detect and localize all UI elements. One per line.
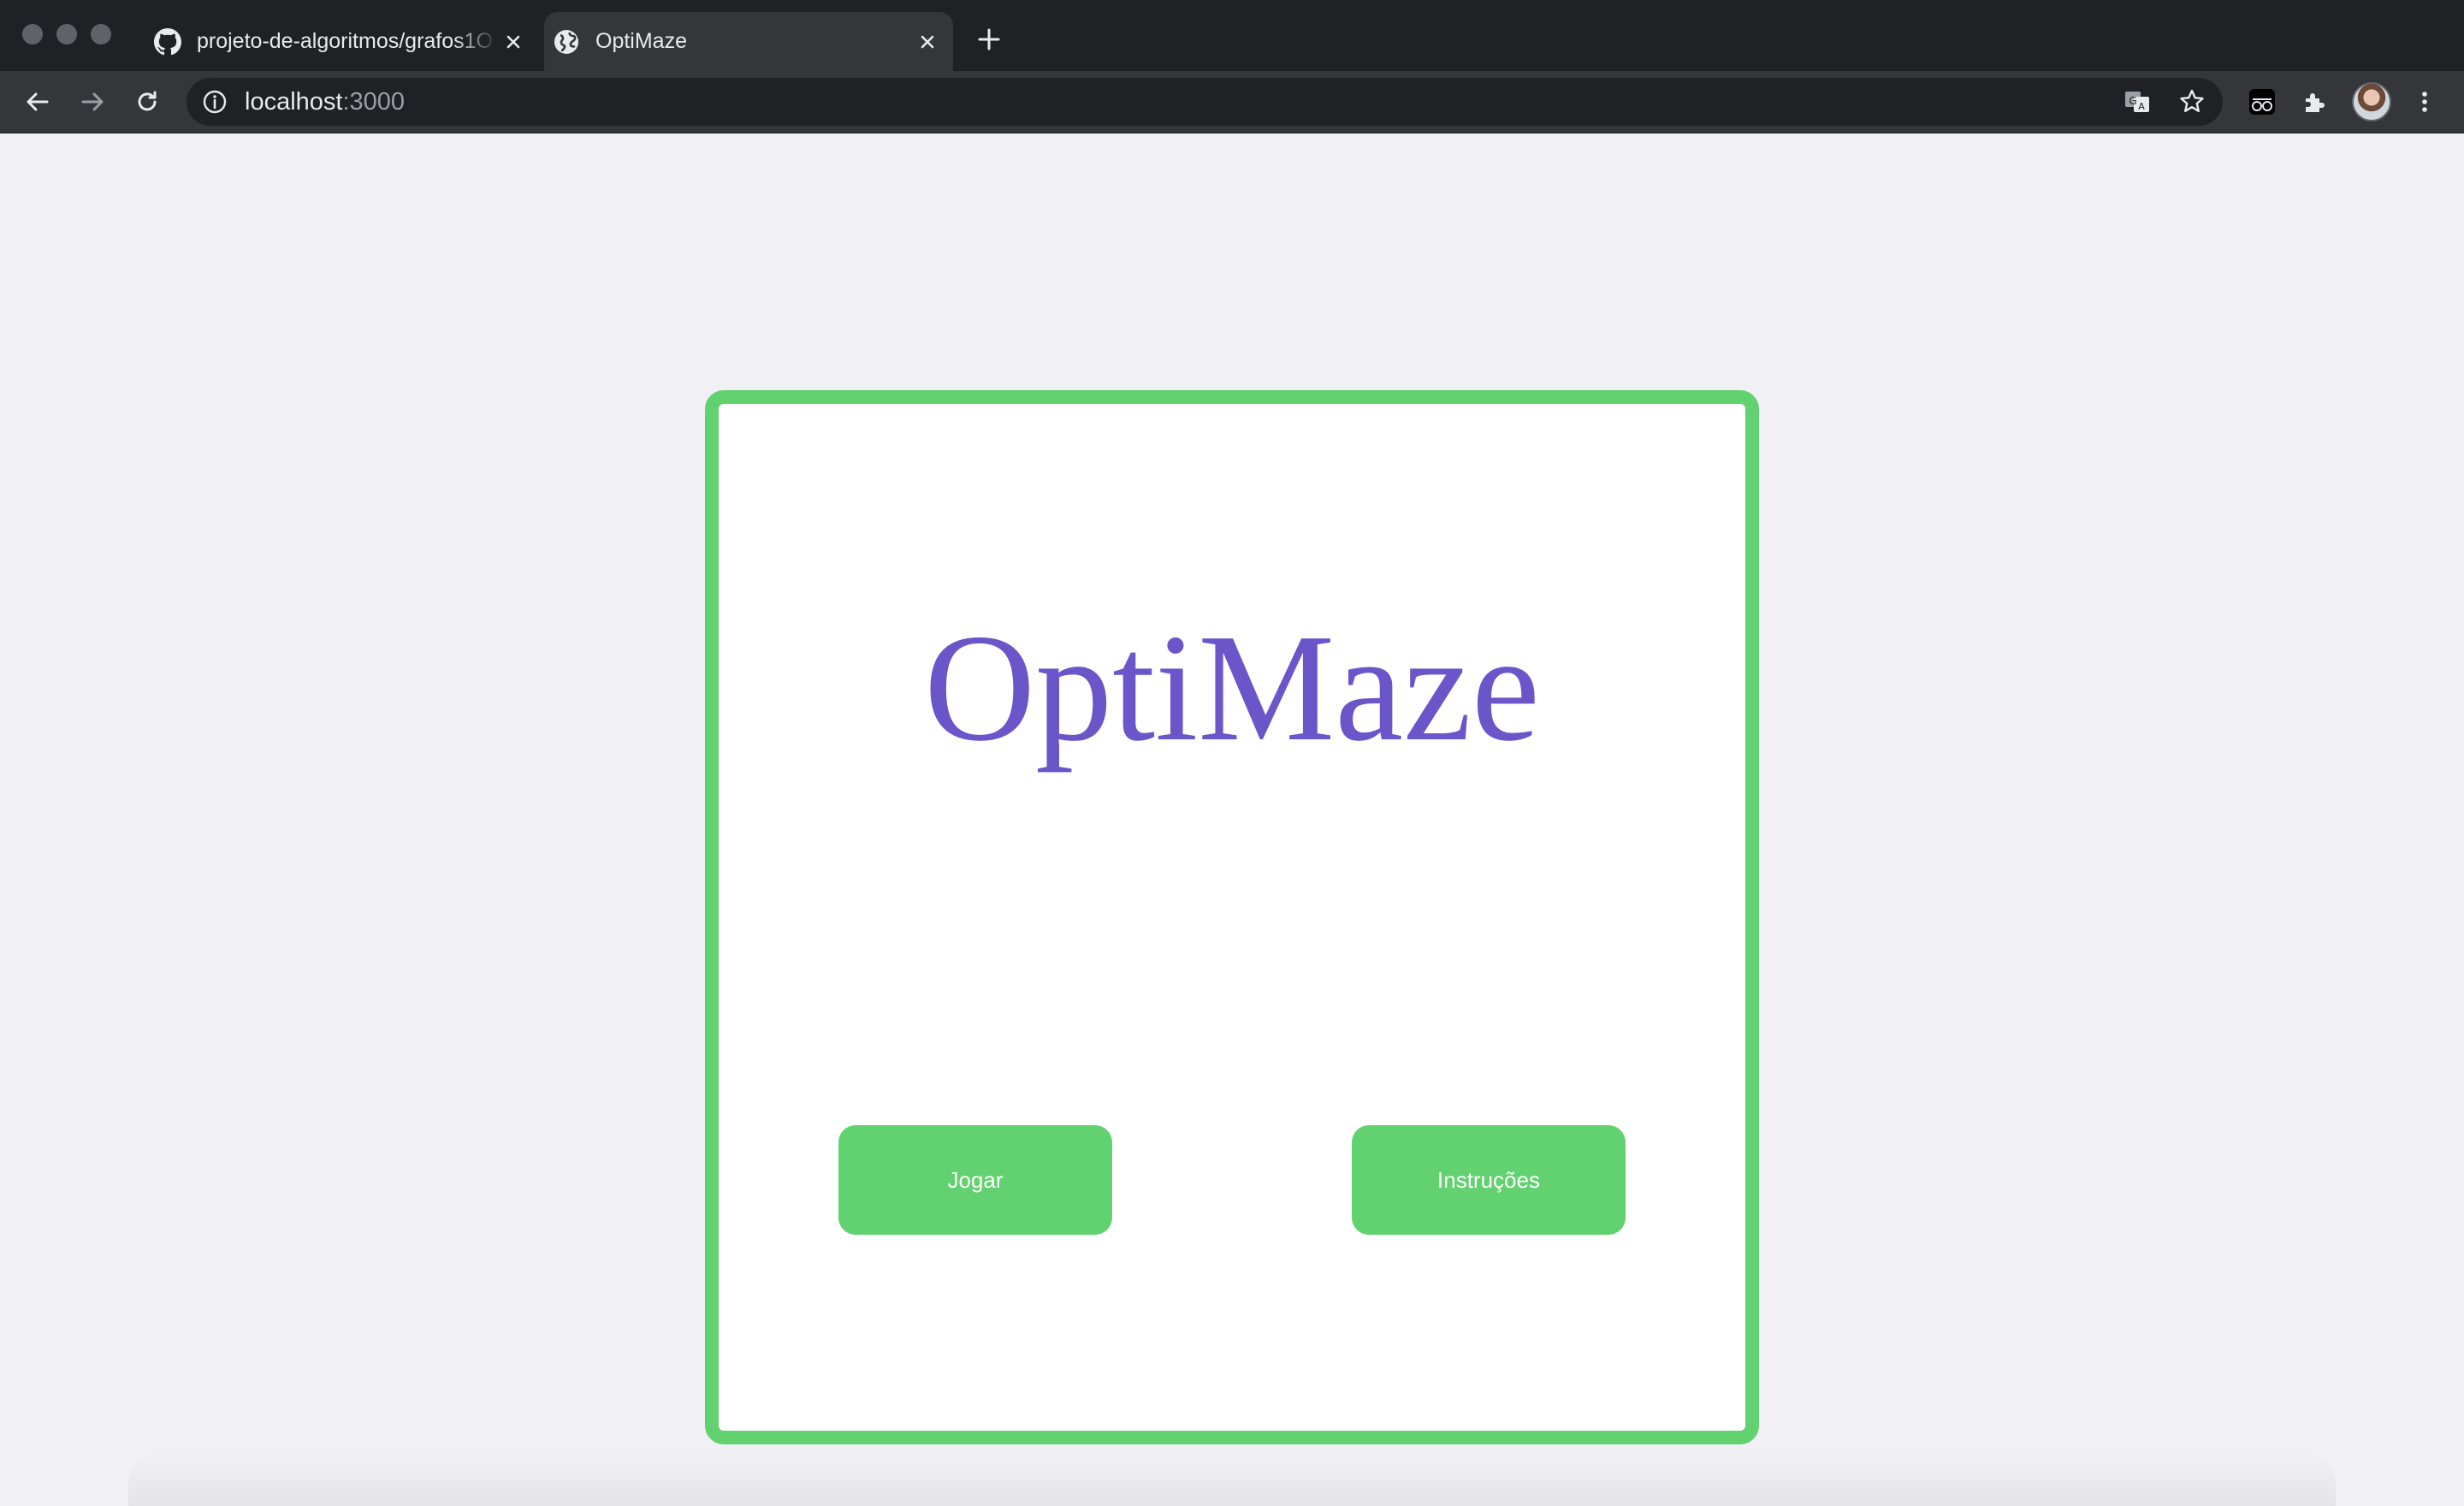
address-bar[interactable]: localhost:3000 GA xyxy=(187,78,2223,126)
tab-title: projeto-de-algoritmos/grafos1O xyxy=(197,29,493,53)
translate-icon[interactable]: GA xyxy=(2122,86,2153,117)
svg-text:G: G xyxy=(2129,95,2136,107)
window-close-icon[interactable] xyxy=(22,24,43,44)
svg-text:A: A xyxy=(2138,101,2145,112)
menu-kebab-icon[interactable] xyxy=(2408,85,2442,119)
play-button[interactable]: Jogar xyxy=(838,1125,1112,1235)
game-title: OptiMaze xyxy=(924,602,1540,773)
tab-optimaze[interactable]: OptiMaze xyxy=(544,12,953,71)
forward-arrow-icon[interactable] xyxy=(75,85,110,119)
bottom-shadow xyxy=(128,1451,2336,1506)
tab-title: OptiMaze xyxy=(595,29,687,53)
window-minimize-icon[interactable] xyxy=(56,24,77,44)
tab-github[interactable]: projeto-de-algoritmos/grafos1O xyxy=(145,12,539,71)
browser-toolbar: localhost:3000 GA xyxy=(0,71,2464,133)
close-tab-icon[interactable] xyxy=(912,27,943,57)
window-zoom-icon[interactable] xyxy=(91,24,111,44)
new-tab-icon[interactable] xyxy=(974,24,1004,55)
url-port: :3000 xyxy=(342,87,406,116)
url-text: localhost:3000 xyxy=(245,88,405,116)
incognito-extension-icon[interactable] xyxy=(2245,85,2279,119)
back-arrow-icon[interactable] xyxy=(21,85,55,119)
url-host: localhost xyxy=(245,87,343,116)
instructions-button[interactable]: Instruções xyxy=(1352,1125,1626,1235)
github-icon xyxy=(154,27,181,56)
menu-card: OptiMaze Jogar Instruções xyxy=(705,390,1759,1444)
globe-icon xyxy=(553,28,580,56)
extensions-puzzle-icon[interactable] xyxy=(2298,85,2332,119)
close-tab-icon[interactable] xyxy=(498,27,529,57)
site-info-icon[interactable] xyxy=(202,89,228,115)
profile-avatar[interactable] xyxy=(2352,82,2391,122)
page-viewport: OptiMaze Jogar Instruções xyxy=(0,133,2464,1506)
reload-icon[interactable] xyxy=(130,85,164,119)
bookmark-star-icon[interactable] xyxy=(2177,86,2207,117)
browser-titlebar: projeto-de-algoritmos/grafos1O OptiMaze xyxy=(0,0,2464,71)
